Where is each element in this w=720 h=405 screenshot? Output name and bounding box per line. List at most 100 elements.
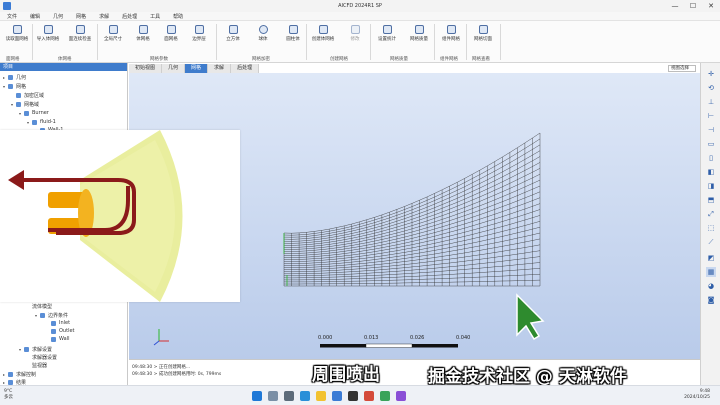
mesh-stats-button[interactable]: 设置统计 (372, 25, 402, 42)
tree-node-wall-bc[interactable]: Wall (51, 336, 69, 342)
zoom-fit-icon[interactable]: ⤢ (706, 209, 716, 219)
terminal-icon[interactable] (348, 391, 358, 401)
global-size-button[interactable]: 全局尺寸 (98, 25, 128, 42)
tree-node-fluid[interactable]: ▾ fluid-1 (27, 119, 56, 125)
tree-node-refine[interactable]: 加密区域 (11, 92, 44, 99)
component-mesh-button[interactable]: 组件网格 (436, 25, 466, 42)
tree-node-fluid-model[interactable]: 流体模型 (27, 303, 52, 310)
tree-node-monitor[interactable]: 监视器 (27, 362, 47, 369)
mesh-edge (381, 243, 390, 246)
boundary-layer-button[interactable]: 边界层 (184, 25, 214, 42)
menu-mesh[interactable]: 网格 (76, 13, 86, 20)
tree-node-geometry[interactable]: ▸ 几何 (3, 74, 26, 81)
mesh-quality-button[interactable]: 网格质量 (404, 25, 434, 42)
tab-solve[interactable]: 求解 (208, 64, 232, 73)
mesh-edge (472, 232, 480, 235)
color-icon[interactable]: ◕ (706, 281, 716, 291)
group-label: 创建网格 (330, 57, 348, 62)
tree-node-mesh-domain[interactable]: ▾ 网格域 (11, 101, 39, 108)
view-front-icon[interactable]: ▭ (706, 139, 716, 149)
mesh-edge (336, 237, 345, 239)
mesh-edge (374, 261, 382, 263)
app-icon[interactable] (332, 391, 342, 401)
tree-node-mesh[interactable]: ▾ 网格 (3, 83, 26, 90)
sphere-refine-button[interactable]: 球体 (248, 25, 278, 42)
tree-node-solver[interactable]: 求解器设置 (27, 354, 57, 361)
volume-mesh-button[interactable]: 体网格 (128, 25, 158, 42)
mesh-edge (442, 220, 450, 224)
app3-icon[interactable] (380, 391, 390, 401)
import-volume-mesh-button[interactable]: 导入体网格 (33, 25, 63, 42)
mesh-slice-button[interactable]: 网格切面 (468, 25, 498, 42)
search-icon[interactable] (268, 391, 278, 401)
tab-postprocess[interactable]: 后处理 (231, 64, 260, 73)
mesh-edge (427, 243, 435, 246)
tab-mesh[interactable]: 网格 (185, 64, 209, 73)
view-right-icon[interactable]: ◨ (706, 181, 716, 191)
mesh-edge (487, 242, 495, 245)
tree-node-boundary[interactable]: ▾ 边界条件 (35, 312, 68, 319)
task-view-icon[interactable] (284, 391, 294, 401)
mesh-edge (464, 230, 473, 233)
menu-help[interactable]: 帮助 (173, 13, 183, 20)
tree-node-solve-settings[interactable]: ▾ 求解设置 (19, 346, 52, 353)
tree-node-solve-control[interactable]: ▸ 求解控制 (3, 371, 36, 378)
axis-x-icon[interactable]: ⊥ (706, 97, 716, 107)
cylinder-refine-button[interactable]: 圆柱体 (278, 25, 308, 42)
menu-solve[interactable]: 求解 (99, 13, 109, 20)
minimize-button[interactable]: — (666, 0, 684, 12)
axis-z-icon[interactable]: ⊣ (706, 125, 716, 135)
menu-geometry[interactable]: 几何 (53, 13, 63, 20)
mesh-edge (517, 247, 525, 249)
view-left-icon[interactable]: ◧ (706, 167, 716, 177)
tree-node-inlet[interactable]: Inlet (51, 320, 70, 326)
view-top-icon[interactable]: ⬒ (706, 195, 716, 205)
create-volume-mesh-button[interactable]: 创建体网格 (308, 25, 338, 42)
mesh-edge (351, 248, 360, 251)
mesh-edge (442, 270, 450, 272)
cube-refine-button[interactable]: 立方体 (218, 25, 248, 42)
modify-button[interactable]: 修改 (340, 25, 370, 42)
menu-tools[interactable]: 工具 (150, 13, 160, 20)
tab-geometry[interactable]: 几何 (162, 64, 186, 73)
mesh-edge (517, 192, 525, 196)
surface-check-button[interactable]: 面连续检查 (65, 25, 95, 42)
start-icon[interactable] (252, 391, 262, 401)
menu-edit[interactable]: 编辑 (30, 13, 40, 20)
wireframe-icon[interactable]: ▦ (706, 267, 716, 277)
mesh-edge (396, 261, 405, 263)
zoom-window-icon[interactable]: ⬚ (706, 223, 716, 233)
measure-icon[interactable]: ⟋ (706, 237, 716, 247)
mesh-edge (374, 272, 382, 273)
folder-icon[interactable] (316, 391, 326, 401)
tab-initial-view[interactable]: 初始视图 (129, 64, 163, 73)
maximize-button[interactable]: ☐ (684, 0, 702, 12)
tree-node-outlet[interactable]: Outlet (51, 328, 75, 334)
system-clock[interactable]: 9:48 2024/10/25 (684, 389, 710, 401)
render-mode-icon[interactable]: ◩ (706, 253, 716, 263)
face-mesh-button[interactable]: 面网格 (156, 25, 186, 42)
view-back-icon[interactable]: ▯ (706, 153, 716, 163)
rotate-icon[interactable]: ⟲ (706, 83, 716, 93)
camera-icon[interactable]: ◙ (706, 295, 716, 305)
app2-icon[interactable] (364, 391, 374, 401)
menu-file[interactable]: 文件 (7, 13, 17, 20)
app4-icon[interactable] (396, 391, 406, 401)
close-button[interactable]: ✕ (702, 0, 720, 12)
mesh-edge (411, 242, 420, 245)
mesh-edge (381, 220, 390, 224)
weather-widget[interactable]: 9°C 多云 (4, 389, 13, 401)
mesh-edge (321, 233, 330, 235)
menu-postprocess[interactable]: 后处理 (122, 13, 137, 20)
mesh-edge (306, 256, 315, 258)
fit-view-icon[interactable]: ✛ (706, 69, 716, 79)
browser-icon[interactable] (300, 391, 310, 401)
mesh-edge (434, 263, 443, 265)
axis-y-icon[interactable]: ⊢ (706, 111, 716, 121)
tree-node-burner[interactable]: ▾ Burner (19, 110, 49, 116)
view-select-dropdown[interactable]: 视图选择 (668, 65, 696, 72)
mesh-edge (314, 251, 322, 253)
read-surface-mesh-button[interactable]: 读取面网格 (2, 25, 32, 42)
mesh-edge (532, 162, 541, 167)
mesh-edge (509, 147, 518, 153)
